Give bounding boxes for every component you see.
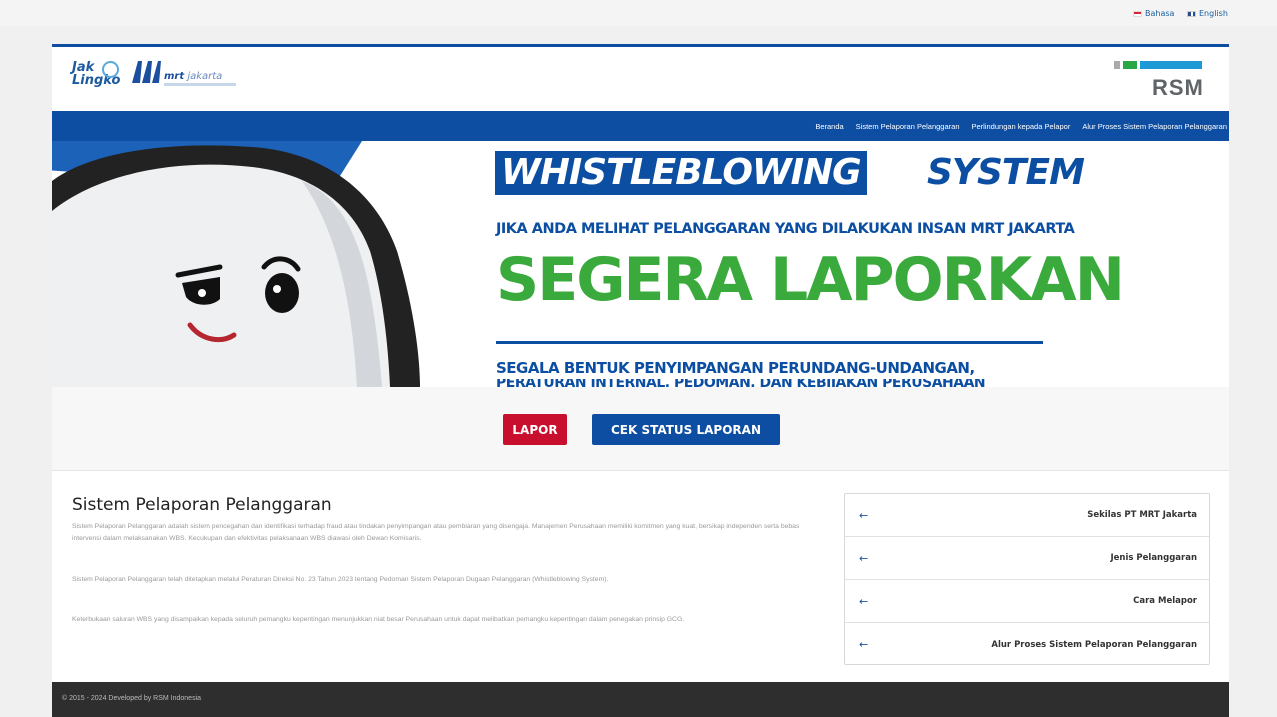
hero-subtitle-2: SEGALA BENTUK PENYIMPANGAN PERUNDANG-UND…	[496, 359, 975, 377]
mrt-logo-tagline	[164, 83, 236, 86]
nav-item-sistem-pelaporan[interactable]: Sistem Pelaporan Pelanggaran	[856, 122, 960, 131]
rsm-logo[interactable]: RSM	[1152, 75, 1204, 101]
arrow-left-icon: ←	[859, 594, 869, 608]
headline-tail: SYSTEM	[927, 152, 1085, 193]
side-menu-item-cara[interactable]: ← Cara Melapor	[845, 580, 1209, 623]
hero-banner: WHISTLEBLOWING SYSTEM JIKA ANDA MELIHAT …	[52, 141, 1229, 387]
flag-id-icon	[1133, 10, 1142, 17]
lapor-button[interactable]: LAPOR	[503, 414, 567, 445]
paragraph-2: Sistem Pelaporan Pelanggaran telah ditet…	[72, 576, 609, 583]
language-bar: Bahasa English	[0, 0, 1277, 26]
content-section: Sistem Pelaporan Pelanggaran Sistem Pela…	[52, 471, 1229, 685]
action-band: LAPOR CEK STATUS LAPORAN	[52, 387, 1229, 471]
language-bahasa-link[interactable]: Bahasa	[1133, 9, 1174, 18]
nav-item-alur-proses[interactable]: Alur Proses Sistem Pelaporan Pelanggaran	[1082, 122, 1227, 131]
mascot-illustration	[52, 145, 420, 387]
side-menu-item-alur[interactable]: ← Alur Proses Sistem Pelaporan Pelanggar…	[845, 623, 1209, 666]
mrt-logo-icon[interactable]	[130, 57, 162, 87]
language-english-label: English	[1199, 9, 1228, 18]
hero-subtitle-3: PERATURAN INTERNAL, PEDOMAN, DAN KEBIJAK…	[496, 379, 986, 387]
rsm-logo-bars	[1114, 61, 1202, 69]
site-header: Jak Lingko mrt jakarta RSM	[52, 47, 1229, 111]
arrow-left-icon: ←	[859, 508, 869, 522]
flag-en-icon	[1187, 10, 1196, 17]
side-menu-label: Alur Proses Sistem Pelaporan Pelanggaran	[991, 639, 1197, 650]
side-menu-item-jenis[interactable]: ← Jenis Pelanggaran	[845, 537, 1209, 580]
language-bahasa-label: Bahasa	[1145, 9, 1175, 18]
arrow-left-icon: ←	[859, 638, 869, 651]
side-menu-label: Jenis Pelanggaran	[1110, 553, 1198, 563]
headline-box: WHISTLEBLOWING	[495, 151, 867, 195]
paragraph-1: Sistem Pelaporan Pelanggaran adalah sist…	[72, 523, 800, 542]
nav-item-beranda[interactable]: Beranda	[815, 122, 843, 131]
side-menu: ← Sekilas PT MRT Jakarta ← Jenis Pelangg…	[844, 493, 1210, 665]
language-english-link[interactable]: English	[1187, 9, 1228, 18]
headline-text: WHISTLEBLOWING	[501, 152, 862, 193]
main-nav: Beranda Sistem Pelaporan Pelanggaran Per…	[52, 111, 1229, 141]
side-menu-item-sekilas[interactable]: ← Sekilas PT MRT Jakarta	[845, 494, 1209, 537]
cek-status-button[interactable]: CEK STATUS LAPORAN	[592, 414, 780, 445]
site-footer: © 2015 - 2024 Developed by RSM Indonesia	[52, 682, 1229, 717]
paragraph-3: Keterbukaan saluran WBS yang disampaikan…	[72, 616, 685, 623]
section-title: Sistem Pelaporan Pelanggaran	[72, 495, 332, 515]
arrow-left-icon: ←	[859, 551, 869, 565]
nav-item-perlindungan[interactable]: Perlindungan kepada Pelapor	[972, 122, 1071, 131]
side-menu-label: Sekilas PT MRT Jakarta	[1087, 510, 1197, 520]
hero-subtitle: JIKA ANDA MELIHAT PELANGGARAN YANG DILAK…	[496, 221, 1075, 237]
hero-divider	[496, 341, 1043, 344]
jaklingko-globe-icon	[102, 61, 119, 78]
side-menu-label: Cara Melapor	[1133, 596, 1197, 606]
page-container: Jak Lingko mrt jakarta RSM Beranda Siste…	[52, 44, 1229, 685]
hero-call-to-action: SEGERA LAPORKAN	[496, 245, 1125, 315]
mrt-logo-text: mrt jakarta	[164, 71, 223, 82]
footer-copyright: © 2015 - 2024 Developed by RSM Indonesia	[62, 695, 202, 702]
